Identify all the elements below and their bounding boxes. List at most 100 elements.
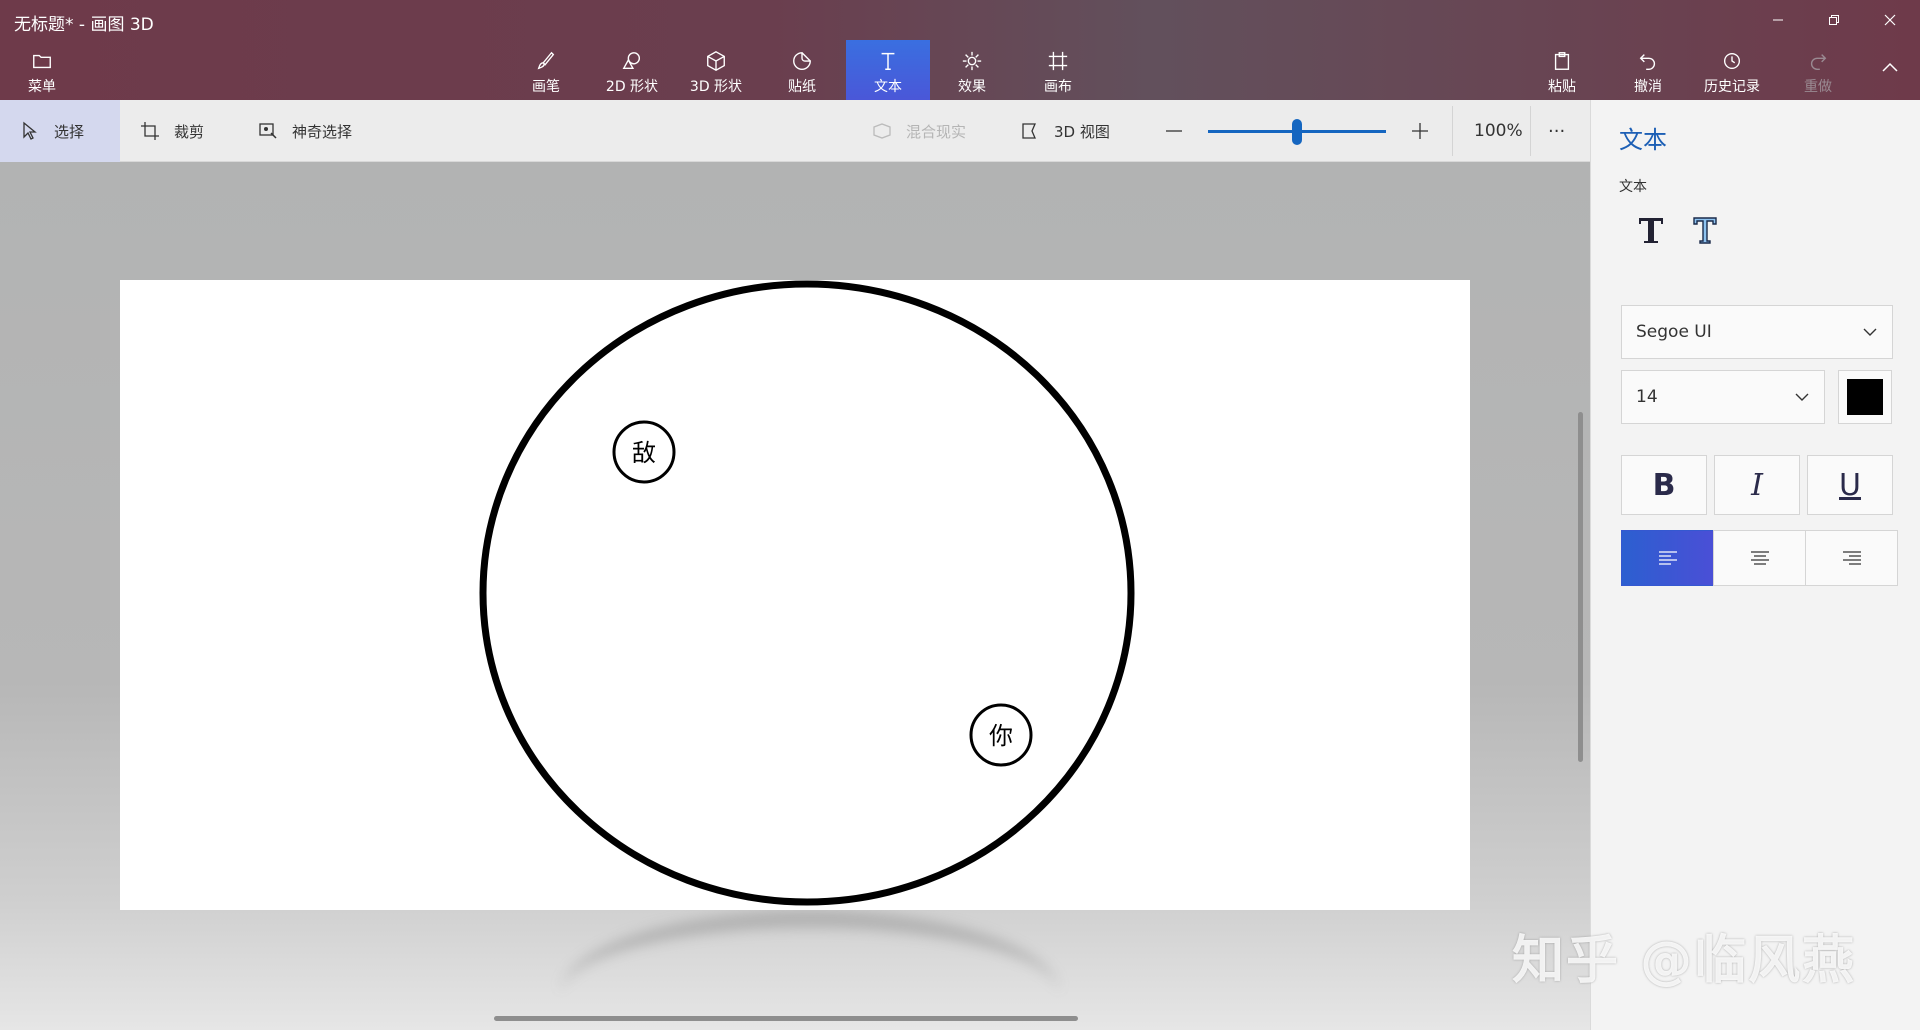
history-icon [1723, 52, 1741, 70]
3d-view-label: 3D 视图 [1054, 122, 1110, 141]
mixed-reality-button[interactable]: 混合现实 [872, 100, 966, 162]
undo-icon [1639, 54, 1656, 70]
zoom-value: 100% [1474, 121, 1523, 141]
3d-view-button[interactable]: 3D 视图 [1020, 100, 1110, 162]
align-right-icon [1842, 551, 1861, 565]
color-swatch-fill [1847, 379, 1883, 415]
menu-button[interactable]: 菜单 [0, 40, 84, 100]
crop-label: 裁剪 [174, 122, 205, 141]
italic-button[interactable]: I [1714, 455, 1800, 515]
menu-label: 菜单 [28, 79, 56, 95]
tool-canvas[interactable]: 画布 [1016, 40, 1100, 100]
zoom-slider-thumb[interactable] [1292, 119, 1302, 145]
history-label: 历史记录 [1704, 79, 1760, 95]
close-icon [1884, 14, 1896, 26]
tool-label: 3D 形状 [689, 79, 743, 95]
tool-effects[interactable]: 效果 [930, 40, 1014, 100]
canvas-icon [1048, 51, 1068, 71]
align-left-icon [1658, 551, 1677, 565]
window-title: 无标题* - 画图 3D [14, 15, 154, 35]
enemy-label[interactable]: 敌 [632, 439, 656, 467]
vertical-scrollbar[interactable] [1578, 412, 1583, 762]
text-color-picker[interactable] [1838, 370, 1892, 424]
magic-select-icon [259, 123, 277, 139]
2d-shapes-icon [622, 52, 641, 70]
select-button[interactable]: 选择 [0, 100, 120, 162]
watermark: 知乎 @临风燕 [1512, 931, 1857, 991]
underline-button[interactable]: U [1807, 455, 1893, 515]
zoom-in-button[interactable] [1410, 100, 1430, 162]
redo-button[interactable]: 重做 [1776, 40, 1860, 100]
brush-icon [537, 51, 555, 70]
collapse-ribbon-button[interactable] [1862, 48, 1918, 88]
tool-2d-shapes[interactable]: 2D 形状 [590, 40, 674, 100]
align-left-button[interactable] [1621, 530, 1714, 586]
tool-label: 文本 [874, 79, 902, 95]
font-size-dropdown[interactable]: 14 [1621, 370, 1825, 424]
minus-icon [1166, 130, 1182, 132]
font-family-value: Segoe UI [1636, 322, 1712, 342]
undo-button[interactable]: 撤消 [1606, 40, 1690, 100]
horizontal-scrollbar[interactable] [494, 1016, 1078, 1021]
workspace: 敌 你 [0, 162, 1590, 1030]
font-size-value: 14 [1636, 387, 1658, 407]
drawing-canvas[interactable]: 敌 你 [120, 280, 1470, 910]
history-button[interactable]: 历史记录 [1690, 40, 1774, 100]
tool-label: 画布 [1044, 79, 1072, 95]
bold-button[interactable]: B [1621, 455, 1707, 515]
tool-brush[interactable]: 画笔 [504, 40, 588, 100]
panel-title: 文本 [1619, 126, 1667, 154]
tool-label: 效果 [958, 79, 986, 95]
zoom-out-button[interactable] [1164, 100, 1184, 162]
effects-icon [962, 51, 982, 71]
text-icon [881, 52, 895, 70]
3d-shapes-icon [707, 51, 725, 71]
restore-button[interactable] [1806, 0, 1862, 40]
minimize-button[interactable] [1750, 0, 1806, 40]
paste-label: 粘贴 [1548, 79, 1576, 95]
plus-icon [1412, 123, 1428, 139]
tool-label: 画笔 [532, 79, 560, 95]
3d-text-button[interactable] [1685, 210, 1725, 250]
tool-label: 贴纸 [788, 79, 816, 95]
chevron-up-icon [1882, 62, 1898, 72]
close-button[interactable] [1862, 0, 1918, 40]
folder-icon [33, 54, 51, 69]
redo-label: 重做 [1804, 79, 1832, 95]
2d-text-icon [1639, 218, 1663, 243]
mixed-reality-label: 混合现实 [906, 122, 967, 141]
cursor-icon [23, 121, 37, 140]
magic-select-button[interactable]: 神奇选择 [258, 100, 352, 162]
magic-select-label: 神奇选择 [292, 122, 353, 141]
chevron-down-icon [1795, 393, 1809, 401]
3d-view-icon [1022, 123, 1036, 139]
3d-text-icon [1693, 217, 1717, 244]
more-options-button[interactable]: ··· [1548, 100, 1565, 162]
restore-icon [1829, 15, 1839, 25]
paste-icon [1554, 52, 1570, 70]
toolbar-divider [1452, 106, 1453, 156]
big-circle[interactable] [479, 280, 1135, 906]
tool-3d-shapes[interactable]: 3D 形状 [674, 40, 758, 100]
tool-stickers[interactable]: 贴纸 [760, 40, 844, 100]
you-label[interactable]: 你 [989, 722, 1013, 750]
panel-subtitle: 文本 [1619, 179, 1647, 195]
font-family-dropdown[interactable]: Segoe UI [1621, 305, 1893, 359]
crop-button[interactable]: 裁剪 [140, 100, 204, 162]
select-label: 选择 [54, 122, 85, 141]
toolbar-divider [1530, 106, 1531, 156]
minimize-icon [1773, 19, 1783, 21]
paste-button[interactable]: 粘贴 [1520, 40, 1604, 100]
canvas-drawing: 敌 你 [479, 280, 1135, 906]
tool-label: 2D 形状 [605, 79, 659, 95]
2d-text-button[interactable] [1631, 210, 1671, 250]
align-center-button[interactable] [1713, 530, 1806, 586]
canvas-shadow [560, 910, 1060, 1030]
tool-text[interactable]: 文本 [846, 40, 930, 100]
crop-icon [141, 122, 159, 140]
align-center-icon [1750, 551, 1769, 565]
text-properties-panel: 文本 文本 Segoe UI 14 B I U [1590, 100, 1920, 1030]
align-right-button[interactable] [1805, 530, 1898, 586]
mixed-reality-icon [873, 123, 891, 139]
chevron-down-icon [1863, 328, 1877, 336]
